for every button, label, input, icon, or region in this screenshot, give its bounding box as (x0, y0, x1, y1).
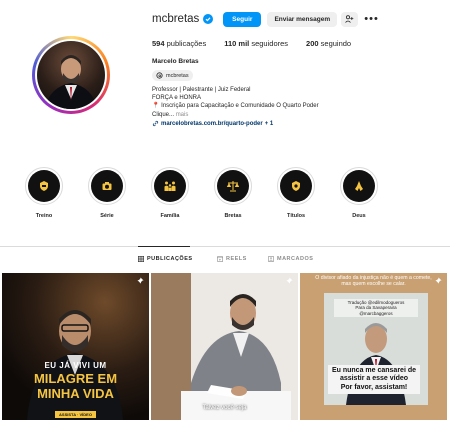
pinned-icon (137, 277, 144, 284)
post-main-text: Eu nunca me cansarei de assistir a esse … (328, 365, 420, 395)
link-icon (152, 120, 159, 127)
stat-following[interactable]: 200 seguindo (306, 39, 351, 48)
username: mcbretas (152, 13, 200, 25)
stat-posts: 594 publicações (152, 39, 206, 48)
highlight-label: Bretas (224, 213, 242, 219)
tab-label: REELS (226, 256, 247, 262)
verified-badge-icon (203, 14, 214, 24)
follow-button[interactable]: Seguir (223, 11, 262, 27)
highlight-deus[interactable]: Deus (337, 167, 381, 219)
profile-link[interactable]: marcelobretas.com.br/quarto-poder + 1 (152, 120, 273, 127)
reels-icon (217, 256, 223, 262)
avatar-photo (37, 41, 105, 109)
bio-line: Clique... mais (152, 111, 319, 119)
highlight-serie[interactable]: Série (85, 167, 129, 219)
highlight-familia[interactable]: Família (148, 167, 192, 219)
highlight-circle (214, 167, 252, 205)
tab-publicacoes[interactable]: PUBLICAÇÕES (138, 256, 193, 262)
post-quote: O divisor afiado da injustiça não é quem… (315, 275, 432, 288)
bio-line-text: Inscrição para Capacitação e Comunidade … (161, 103, 319, 110)
profile-stats: 594 publicações 110 mil seguidores 200 s… (152, 39, 369, 48)
post-caption: Talvez você seja (202, 405, 247, 411)
post-headline: MINHA VIDA (37, 386, 114, 401)
profile-link-text[interactable]: marcelobretas.com.br/quarto-poder (161, 121, 263, 127)
highlight-label: Treino (35, 213, 53, 219)
stat-followers[interactable]: 110 mil seguidores (224, 39, 288, 48)
tabs-divider (0, 246, 450, 247)
full-name: Marcelo Bretas (152, 58, 199, 65)
threads-icon (156, 72, 163, 79)
bio: Professor | Palestrante | Juiz Federal F… (152, 86, 319, 119)
profile-header-row: mcbretas Seguir Enviar mensagem ••• (152, 10, 379, 28)
highlight-circle (277, 167, 315, 205)
post-thumbnail[interactable]: Talvez você seja (151, 273, 298, 420)
tab-label: MARCADOS (277, 256, 314, 262)
grid-icon (138, 256, 144, 262)
crest-icon (40, 181, 48, 191)
highlight-label: Família (160, 213, 180, 219)
highlight-circle (88, 167, 126, 205)
stat-posts-count: 594 (152, 39, 165, 48)
highlight-treino[interactable]: Treino (22, 167, 66, 219)
stat-posts-label: publicações (166, 39, 207, 48)
tab-marcados[interactable]: MARCADOS (268, 256, 313, 262)
highlight-circle (340, 167, 378, 205)
tab-label: PUBLICAÇÕES (147, 256, 193, 262)
bio-line: FORÇA e HONRA (152, 95, 202, 102)
bio-line: 📍 Inscrição para Capacitação e Comunidad… (152, 102, 319, 110)
more-link[interactable]: mais (176, 112, 189, 118)
threads-handle: mcbretas (166, 72, 189, 79)
highlight-circle (25, 167, 63, 205)
bio-line: Professor | Palestrante | Juiz Federal (152, 87, 251, 93)
person-add-icon (345, 15, 354, 23)
profile-avatar-ring[interactable] (32, 36, 110, 114)
post-image (300, 273, 447, 420)
active-tab-indicator (138, 246, 190, 247)
profile-link-extra[interactable]: + 1 (265, 121, 274, 127)
post-footer-text: ASSISTA · VÍDEO (55, 411, 96, 418)
tagged-icon (268, 256, 274, 262)
post-headline: MILAGRE EM (33, 371, 118, 386)
camera-icon (102, 182, 112, 190)
badge-icon (292, 181, 300, 191)
praying-hands-icon (355, 181, 363, 191)
highlight-circle (151, 167, 189, 205)
highlight-label: Deus (352, 213, 366, 219)
more-options-icon[interactable]: ••• (364, 13, 379, 25)
post-footer: ASSISTA · VÍDEO (2, 403, 149, 420)
post-headline: EU JÁ VIVI UM (44, 361, 107, 370)
bio-line-text: Clique... (152, 111, 175, 118)
stat-following-count: 200 (306, 39, 319, 48)
scales-icon (226, 181, 240, 192)
pin-emoji-icon: 📍 (152, 103, 160, 110)
post-thumbnail[interactable]: EU JÁ VIVI UM MILAGRE EM MINHA VIDA ASSI… (2, 273, 149, 420)
family-icon (164, 181, 176, 191)
threads-badge[interactable]: mcbretas (152, 70, 193, 81)
post-thumbnail[interactable]: O divisor afiado da injustiça não é quem… (300, 273, 447, 420)
stat-following-label: seguindo (320, 39, 352, 48)
tab-reels[interactable]: REELS (217, 256, 247, 262)
stat-followers-count: 110 mil (224, 39, 250, 48)
stat-followers-label: seguidores (251, 39, 289, 48)
add-user-button[interactable] (341, 11, 359, 27)
post-credit: Tradução @edilmodogueros Para da Savaper… (334, 299, 418, 318)
highlight-label: Série (100, 213, 114, 219)
highlight-bretas[interactable]: Bretas (211, 167, 255, 219)
send-message-button[interactable]: Enviar mensagem (267, 11, 338, 27)
avatar[interactable] (35, 39, 107, 111)
pinned-icon (286, 277, 293, 284)
post-image (151, 273, 298, 420)
highlight-titulos[interactable]: Títulos (274, 167, 318, 219)
highlight-label: Títulos (286, 213, 306, 219)
